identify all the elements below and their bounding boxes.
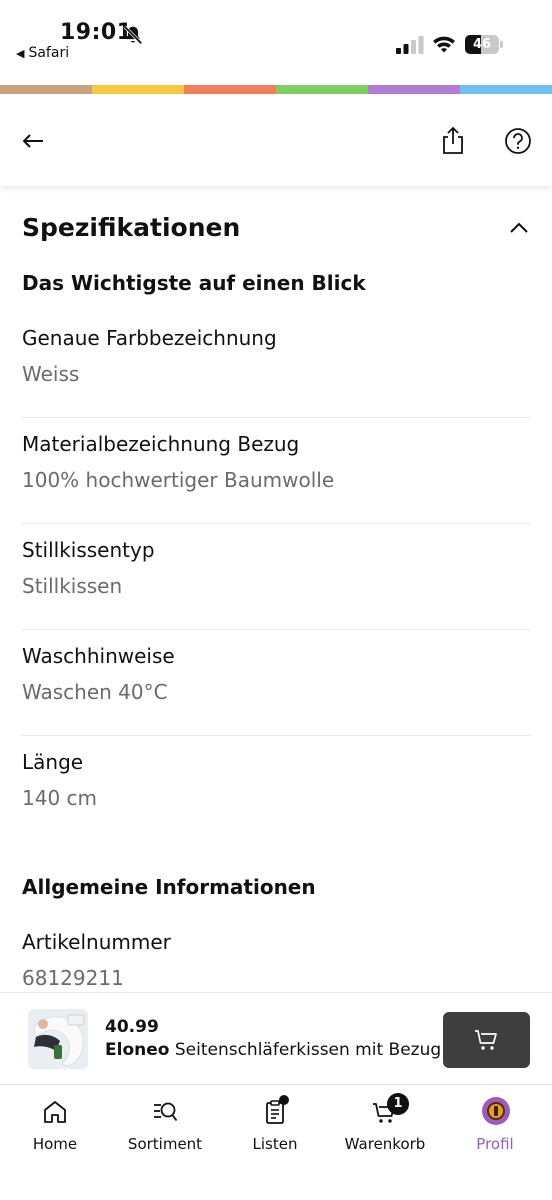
cart-icon	[475, 1030, 497, 1050]
stripe-segment	[368, 85, 460, 94]
group-heading-general-info: Allgemeine Informationen	[22, 875, 316, 899]
back-to-app-link[interactable]: ◀ Safari	[16, 45, 69, 61]
stripe-segment	[184, 85, 276, 94]
section-title: Spezifikationen	[22, 213, 241, 242]
spec-item: Genaue Farbbezeichnung Weiss	[22, 312, 530, 418]
tab-label: Home	[32, 1135, 78, 1153]
tab-label: Profil	[476, 1135, 514, 1153]
tab-profil[interactable]: Profil	[440, 1085, 550, 1165]
spec-item: Stillkissentyp Stillkissen	[22, 524, 530, 630]
notification-dot	[279, 1095, 289, 1105]
tab-warenkorb[interactable]: 1 Warenkorb	[330, 1085, 440, 1165]
brand-color-stripe	[0, 85, 552, 94]
product-image-icon	[28, 1009, 88, 1069]
spec-value: Stillkissen	[22, 574, 123, 598]
spec-list-general-info: Artikelnummer 68129211	[22, 916, 530, 992]
sticky-product-bar: 40.99 Eloneo Seitenschläferkissen mit Be…	[0, 992, 552, 1084]
spec-value: 100% hochwertiger Baumwolle	[22, 468, 335, 492]
cart-badge: 1	[387, 1093, 409, 1115]
product-title: Eloneo Seitenschläferkissen mit Bezug	[105, 1040, 441, 1060]
product-thumbnail[interactable]	[28, 1009, 88, 1069]
top-navigation	[0, 94, 552, 186]
stripe-segment	[92, 85, 184, 94]
tab-sortiment[interactable]: Sortiment	[110, 1085, 220, 1165]
spec-label: Artikelnummer	[22, 930, 171, 954]
product-name: Seitenschläferkissen mit Bezug	[174, 1040, 442, 1060]
battery-indicator: 46	[465, 35, 503, 54]
back-app-label: Safari	[28, 45, 70, 61]
tab-listen[interactable]: Listen	[220, 1085, 330, 1165]
share-icon[interactable]	[440, 126, 466, 156]
tab-label: Listen	[252, 1135, 298, 1153]
spec-item: Artikelnummer 68129211	[22, 916, 530, 992]
add-to-cart-button[interactable]	[443, 1012, 530, 1068]
back-arrow-icon[interactable]	[18, 126, 48, 156]
battery-percent: 46	[472, 37, 492, 52]
stripe-segment	[0, 85, 92, 94]
home-icon	[44, 1101, 66, 1123]
chevron-up-icon[interactable]	[508, 218, 530, 238]
tab-label: Warenkorb	[344, 1135, 426, 1153]
specifications-header[interactable]: Spezifikationen	[22, 208, 530, 248]
spec-label: Materialbezeichnung Bezug	[22, 432, 300, 456]
search-list-icon	[154, 1102, 178, 1122]
wifi-icon	[433, 36, 455, 53]
stripe-segment	[276, 85, 368, 94]
spec-label: Genaue Farbbezeichnung	[22, 326, 277, 350]
status-bar: 19:01 ◀ Safari 46	[0, 0, 552, 85]
tab-label: Sortiment	[127, 1135, 203, 1153]
back-triangle-icon: ◀	[16, 47, 25, 60]
bell-muted-icon	[123, 25, 143, 45]
spec-label: Stillkissentyp	[22, 538, 155, 562]
spec-value: 68129211	[22, 966, 124, 990]
tab-home[interactable]: Home	[0, 1085, 110, 1165]
spec-value: Weiss	[22, 362, 80, 386]
spec-label: Waschhinweise	[22, 644, 175, 668]
cellular-signal-icon	[396, 36, 424, 54]
spec-value: Waschen 40°C	[22, 680, 168, 704]
bottom-tab-bar: Home Sortiment Listen 1 Warenkorb Profil	[0, 1084, 552, 1200]
spec-label: Länge	[22, 750, 84, 774]
spec-list-key-facts: Genaue Farbbezeichnung Weiss Materialbez…	[22, 312, 530, 842]
specifications-content: Spezifikationen Das Wichtigste auf einen…	[0, 186, 552, 992]
product-brand: Eloneo	[105, 1040, 170, 1060]
spec-item: Materialbezeichnung Bezug 100% hochwerti…	[22, 418, 530, 524]
profile-avatar-icon	[482, 1097, 510, 1125]
spec-value: 140 cm	[22, 786, 98, 810]
help-icon[interactable]	[504, 127, 532, 155]
product-price: 40.99	[105, 1017, 159, 1037]
stripe-segment	[460, 85, 552, 94]
spec-item: Waschhinweise Waschen 40°C	[22, 630, 530, 736]
group-heading-key-facts: Das Wichtigste auf einen Blick	[22, 271, 366, 295]
spec-item: Länge 140 cm	[22, 736, 530, 842]
